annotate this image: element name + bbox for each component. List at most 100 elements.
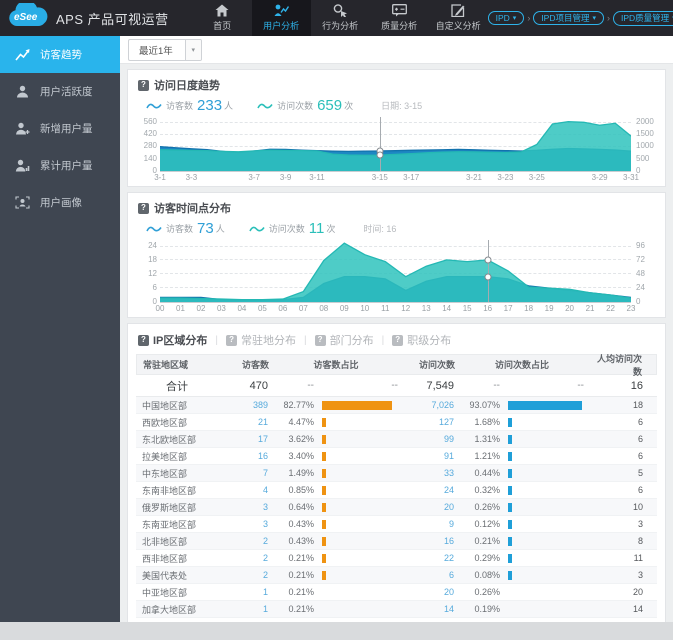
breadcrumb-pill-quality[interactable]: IPD质量管理 ▾ ✕ — [613, 10, 673, 26]
region-name: 加拿大地区部 — [142, 604, 197, 615]
table-row[interactable]: 中东地区部 7 1.49% 33 0.44% 5 — [136, 465, 657, 482]
hourly-distribution-card: ? 访客时间点分布 访客数 73 人 访问次数 11 次 时间: 16 0 6 12… — [127, 192, 666, 318]
nav-item-behavior[interactable]: 行为分析 — [311, 0, 370, 36]
table-row[interactable]: 西非地区部 2 0.21% 22 0.29% 11 — [136, 550, 657, 567]
sidebar-item-visitor-trend[interactable]: 访客趋势 — [0, 36, 120, 73]
visitor-count: 4 — [262, 485, 268, 495]
daily-trend-chart[interactable]: 0 140 280 420 560 0 500 1000 1500 2000 — [128, 115, 665, 175]
nav-item-user-analytics[interactable]: 用户分析 — [251, 0, 311, 36]
per-capita-visits: 6 — [637, 417, 643, 427]
help-icon[interactable]: ? — [138, 79, 149, 91]
visitor-count: 233 — [197, 97, 223, 114]
top-nav: 首页 用户分析 行为分析 质量分析 自定义分析 — [193, 0, 488, 36]
table-row[interactable]: 中亚地区部 1 0.21% 20 0.26% 20 — [136, 584, 657, 601]
tab-department[interactable]: ? 部门分布 — [314, 332, 374, 348]
table-row[interactable]: 俄罗斯地区部 3 0.64% 20 0.26% 10 — [136, 499, 657, 516]
visit-count: 29 — [402, 621, 454, 622]
visitor-count: 389 — [252, 400, 268, 410]
add-user-icon — [16, 122, 30, 135]
chevron-down-icon: ▾ — [184, 39, 201, 60]
visit-share: 1.31% — [474, 434, 500, 444]
region-name: 东南非地区部 — [142, 485, 197, 496]
help-icon: ? — [226, 334, 238, 346]
x-axis-labels: 3-1 3-3 3-7 3-9 3-11 3-15 3-17 3-21 3-23 3-25 3-29… — [154, 173, 640, 182]
table-row[interactable]: 东北欧地区部 17 3.62% 99 1.31% 6 — [136, 431, 657, 448]
region-name: 北非地区部 — [142, 536, 188, 547]
esee-logo[interactable]: eSee — [7, 0, 53, 34]
visitor-share-bar — [322, 434, 326, 444]
visit-count: 11 — [308, 220, 325, 237]
right-axis: 0 500 1000 1500 2000 — [636, 116, 654, 175]
tab-ip-region[interactable]: ? IP区域分布 — [138, 332, 207, 348]
cloud-logo-icon: eSee — [9, 0, 48, 26]
visitor-share-bar — [322, 570, 326, 580]
region-name: 东南亚地区部 — [142, 519, 197, 530]
per-capita-visits: 8 — [637, 536, 643, 546]
table-row[interactable]: 东南非地区部 4 0.85% 24 0.32% 6 — [136, 482, 657, 499]
visitor-share: 0.64% — [288, 502, 314, 512]
per-capita-visits: 3 — [637, 570, 643, 580]
filter-toolbar: 最近1年 ▾ — [120, 36, 673, 64]
sidebar-item-new-users[interactable]: 新增用户量 — [0, 110, 120, 147]
hover-marker-dot — [376, 151, 384, 159]
main-content: 最近1年 ▾ ? 访问日度趋势 访客数 233 人 访问次数 659 次 日期:… — [120, 36, 673, 622]
table-row[interactable]: 拉美地区部 16 3.40% 91 1.21% 6 — [136, 448, 657, 465]
x-axis-labels: 00 01 02 03 04 05 06 07 08 09 10 11 12 13 14 15 16 17 18 19… — [155, 304, 636, 313]
sidebar-item-total-users[interactable]: 累计用户量 — [0, 147, 120, 184]
per-capita-visits: 3 — [637, 519, 643, 529]
date-range-select[interactable]: 最近1年 ▾ — [128, 38, 202, 61]
breadcrumb-pill-ipd[interactable]: IPD ▾ — [487, 10, 525, 26]
quality-icon — [391, 4, 407, 17]
visit-count: 20 — [443, 502, 454, 512]
nav-item-home[interactable]: 首页 — [193, 0, 252, 36]
blue-wave-icon — [146, 224, 162, 234]
per-capita-visits: 10 — [632, 502, 643, 512]
nav-item-quality[interactable]: 质量分析 — [370, 0, 429, 36]
help-icon[interactable]: ? — [138, 202, 149, 214]
sidebar-item-user-portrait[interactable]: 用户画像 — [0, 184, 120, 221]
table-body: 中国地区部 389 82.77% 7,026 93.07% 18 西欧地区部 21 4.47% 1… — [136, 397, 657, 622]
visit-share: 1.21% — [474, 451, 500, 461]
visit-share: 0.26% — [474, 587, 500, 597]
sidebar-item-user-activity[interactable]: 用户活跃度 — [0, 73, 120, 110]
breadcrumb-pill-project[interactable]: IPD项目管理 ▾ — [533, 10, 604, 26]
visitor-share: 0.21% — [288, 570, 314, 580]
visit-share: 0.21% — [474, 536, 500, 546]
visit-share: 0.08% — [474, 570, 500, 580]
plot-area[interactable] — [160, 117, 631, 172]
visitor-count: 21 — [257, 417, 268, 427]
table-row[interactable]: 美国代表处 2 0.21% 6 0.08% 3 — [136, 567, 657, 584]
tab-residence[interactable]: ? 常驻地分布 — [226, 332, 296, 348]
topbar: eSee APS 产品可视运营 首页 用户分析 行为分析 质量分析 自定义分析 … — [0, 0, 673, 36]
tab-rank[interactable]: ? 职级分布 — [392, 332, 451, 348]
per-capita-visits: 6 — [637, 434, 643, 444]
table-row[interactable]: 中国地区部 389 82.77% 7,026 93.07% 18 — [136, 397, 657, 414]
visitor-share: 0.21% — [268, 621, 314, 622]
table-row[interactable]: 东南亚地区部 3 0.43% 9 0.12% 3 — [136, 516, 657, 533]
breadcrumb-separator: › — [527, 13, 531, 23]
help-icon: ? — [392, 334, 404, 346]
nav-item-custom-analytics[interactable]: 自定义分析 — [429, 0, 488, 36]
visit-share: 0.44% — [474, 468, 500, 478]
visit-count: 6 — [448, 570, 454, 580]
per-capita-visits: 6 — [637, 485, 643, 495]
teal-wave-icon — [249, 224, 265, 234]
visitor-share-bar — [322, 553, 326, 563]
sidebar: 访客趋势 用户活跃度 新增用户量 累计用户量 用户画像 — [0, 36, 120, 622]
plot-area[interactable] — [160, 240, 631, 303]
table-row[interactable]: 西欧地区部 21 4.47% 127 1.68% 6 — [136, 414, 657, 431]
visitor-share-bar — [322, 400, 392, 410]
hover-marker-line — [379, 117, 381, 171]
card-title: 访客时间点分布 — [154, 203, 231, 215]
hourly-distribution-chart[interactable]: 0 6 12 18 24 0 24 48 72 96 — [128, 238, 665, 306]
region-name: 俄罗斯地区部 — [142, 502, 197, 513]
visitor-count: 1 — [262, 604, 268, 614]
visit-count: 659 — [317, 97, 343, 114]
table-row[interactable]: 北非地区部 2 0.43% 16 0.21% 8 — [136, 533, 657, 550]
visit-share-bar — [508, 519, 512, 529]
blue-wave-icon — [146, 101, 162, 111]
table-row[interactable]: 南太平洋地区部10.21%290.38%29 — [136, 618, 657, 622]
table-row[interactable]: 加拿大地区部 1 0.21% 14 0.19% 14 — [136, 601, 657, 618]
help-icon: ? — [314, 334, 326, 346]
svg-text:eSee: eSee — [14, 12, 38, 23]
